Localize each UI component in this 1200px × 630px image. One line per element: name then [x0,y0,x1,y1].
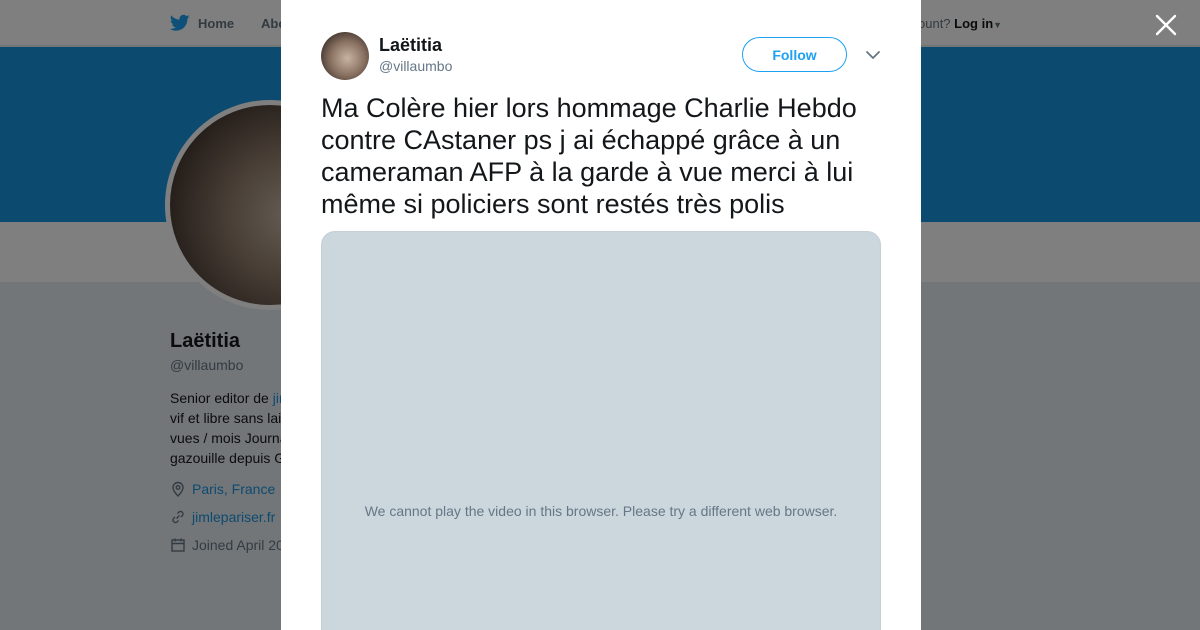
close-icon[interactable] [1153,12,1179,38]
follow-button[interactable]: Follow [742,37,847,72]
author-avatar[interactable] [321,32,369,80]
author-handle[interactable]: @villaumbo [379,58,452,74]
tweet-text: Ma Colère hier lors hommage Charlie Hebd… [321,93,857,219]
chevron-down-icon[interactable] [864,46,882,64]
tweet-modal: Laëtitia @villaumbo Follow Ma Colère hie… [281,0,921,630]
author-name[interactable]: Laëtitia [379,35,442,56]
video-player[interactable]: We cannot play the video in this browser… [321,231,881,630]
video-error-message: We cannot play the video in this browser… [364,503,838,519]
